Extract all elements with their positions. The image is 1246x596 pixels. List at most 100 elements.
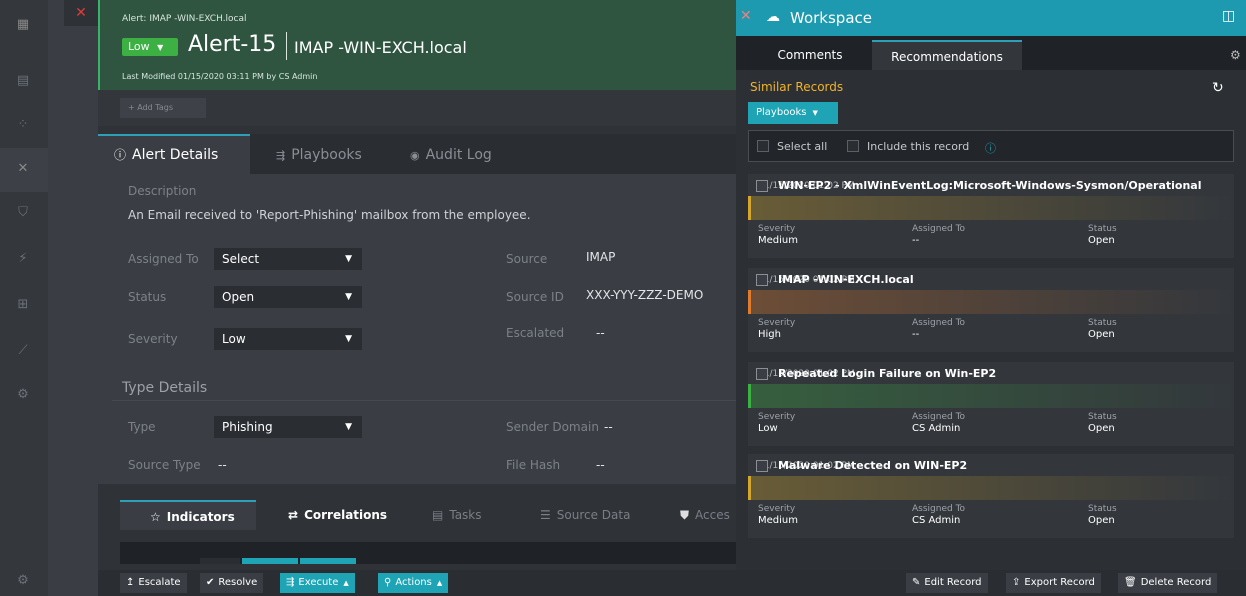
- tab-label: Indicators: [166, 510, 235, 524]
- escalate-button[interactable]: ↥ Escalate: [120, 573, 187, 593]
- status-meta-label: Status: [1088, 224, 1117, 234]
- tab-recommendations[interactable]: Recommendations: [872, 40, 1022, 70]
- execute-button[interactable]: ⇶ Execute ▲: [280, 573, 355, 593]
- tab-label: Playbooks: [291, 147, 362, 163]
- record-checkbox[interactable]: [756, 274, 768, 286]
- incidents-icon[interactable]: ✕: [14, 160, 32, 178]
- playbooks-icon: ⇶: [276, 149, 286, 162]
- tab-alert-details[interactable]: ⓘ Alert Details: [98, 134, 250, 174]
- automation-icon[interactable]: ⚡: [14, 250, 32, 268]
- include-record-label: Include this record: [867, 140, 970, 153]
- severity-badge[interactable]: Low ▼: [122, 38, 178, 56]
- type-select[interactable]: Phishing ▼: [214, 416, 362, 438]
- select-all-checkbox[interactable]: [757, 140, 769, 152]
- trash-icon: 🗑: [1124, 577, 1137, 588]
- playbooks-icon: ⇶: [286, 577, 295, 588]
- record-title-bar: [748, 290, 1234, 314]
- delete-record-button[interactable]: 🗑 Delete Record: [1118, 573, 1218, 593]
- alert-tabs: ⓘ Alert Details ⇶ Playbooks ◉ Audit Log: [98, 134, 736, 174]
- playbooks-dropdown[interactable]: Playbooks ▼: [748, 102, 838, 124]
- escalate-label: Escalate: [138, 577, 181, 588]
- arrows-icon: ⇄: [288, 508, 299, 522]
- delete-label: Delete Record: [1140, 577, 1212, 588]
- tab-playbooks[interactable]: ⇶ Playbooks: [260, 134, 380, 174]
- similar-records-heading: Similar Records: [750, 80, 844, 94]
- execute-label: Execute: [298, 577, 339, 588]
- resources-icon[interactable]: ⊞: [14, 296, 32, 314]
- assigned-meta-label: Assigned To: [912, 412, 966, 422]
- select-all-label: Select all: [777, 140, 828, 153]
- similar-record-card[interactable]: 01/15/2020 01:02 PM IMAP -WIN-EXCH.local S…: [748, 268, 1234, 352]
- star-icon: ☆: [150, 510, 161, 524]
- add-tags-button[interactable]: + Add Tags: [120, 98, 206, 118]
- tab-comments[interactable]: Comments: [750, 40, 870, 70]
- info-icon[interactable]: ⓘ: [985, 140, 996, 156]
- tab-audit-log[interactable]: ◉ Audit Log: [394, 134, 514, 174]
- close-icon[interactable]: ✕: [64, 0, 98, 26]
- record-status: Open: [1088, 235, 1115, 246]
- severity-select[interactable]: Low ▼: [214, 328, 362, 350]
- similar-record-card[interactable]: 01/15/2020 01:02 PM WIN-EP2 - XmlWinEvent…: [748, 174, 1234, 258]
- shield-nav-icon[interactable]: ⛉: [14, 204, 32, 222]
- tab-correlations[interactable]: ⇄ Correlations: [288, 500, 387, 530]
- actions-button[interactable]: ⚲ Actions ▲: [378, 573, 449, 593]
- record-title-bar: [748, 384, 1234, 408]
- settings-nav-icon[interactable]: ⚙: [14, 386, 32, 404]
- tab-tasks[interactable]: ▤ Tasks: [432, 500, 482, 530]
- close-icon[interactable]: ✕: [740, 8, 752, 24]
- app-sidebar: ▦ ▤ ⁘ ✕ ⛉ ⚡ ⊞ ⟋ ⚙ ⚙: [0, 0, 48, 596]
- similar-record-card[interactable]: 01/15/2020 01:02 PM Malware Detected on W…: [748, 454, 1234, 538]
- split-view-icon[interactable]: ◫: [1222, 8, 1235, 24]
- app-logo-icon[interactable]: ▦: [14, 16, 32, 34]
- resolve-label: Resolve: [218, 577, 258, 588]
- record-tabs: ☆ Indicators ⇄ Correlations ▤ Tasks ☰ Source…: [98, 488, 736, 538]
- action-bar: ↥ Escalate ✔ Resolve ⇶ Execute ▲ ⚲ Actions ▲ ✎…: [98, 570, 1246, 596]
- export-record-button[interactable]: ⇪ Export Record: [1006, 573, 1101, 593]
- arrow-up-icon: ↥: [126, 577, 135, 588]
- help-icon[interactable]: ⚙: [14, 572, 32, 590]
- workspace-header: ✕ ☁ Workspace ◫: [736, 0, 1246, 36]
- record-checkbox[interactable]: [756, 368, 768, 380]
- dashboard-icon[interactable]: ▤: [14, 72, 32, 90]
- refresh-icon[interactable]: ↻: [1212, 80, 1224, 96]
- record-title: IMAP -WIN-EXCH.local: [778, 273, 914, 286]
- description-text: An Email received to 'Report-Phishing' m…: [128, 208, 531, 222]
- record-checkbox[interactable]: [756, 460, 768, 472]
- include-record-checkbox[interactable]: [847, 140, 859, 152]
- alert-icon: ⓘ: [114, 148, 127, 162]
- reports-icon[interactable]: ⟋: [14, 342, 32, 360]
- sender-domain-value: --: [604, 420, 613, 434]
- indicators-panel: [120, 542, 736, 564]
- file-hash-label: File Hash: [506, 458, 561, 472]
- resolve-button[interactable]: ✔ Resolve: [200, 573, 264, 593]
- chevron-down-icon: ▼: [345, 334, 352, 344]
- status-select[interactable]: Open ▼: [214, 286, 362, 308]
- alert-breadcrumb: Alert: IMAP -WIN-EXCH.local: [122, 14, 247, 24]
- type-details-heading: Type Details: [122, 380, 208, 396]
- assigned-meta-label: Assigned To: [912, 224, 966, 234]
- tab-source-data[interactable]: ☰ Source Data: [540, 500, 630, 530]
- chevron-up-icon: ▲: [343, 579, 349, 587]
- assigned-to-label: Assigned To: [128, 252, 199, 266]
- edit-record-button[interactable]: ✎ Edit Record: [906, 573, 988, 593]
- record-checkbox[interactable]: [756, 180, 768, 192]
- panel-placeholder: [300, 558, 356, 564]
- similar-record-card[interactable]: 01/15/2020 01:02 PM Repeated Login Failur…: [748, 362, 1234, 446]
- background-panel: [48, 0, 98, 596]
- sender-domain-label: Sender Domain: [506, 420, 599, 434]
- export-icon: ⇪: [1012, 577, 1021, 588]
- tab-access[interactable]: ⛊ Acces: [680, 500, 730, 530]
- assigned-to-select[interactable]: Select ▼: [214, 248, 362, 270]
- edit-label: Edit Record: [924, 577, 982, 588]
- chevron-down-icon: ▼: [345, 292, 352, 302]
- chevron-up-icon: ▲: [436, 579, 443, 587]
- tab-indicators[interactable]: ☆ Indicators: [120, 500, 256, 530]
- assigned-meta-label: Assigned To: [912, 318, 966, 328]
- queue-icon[interactable]: ⁘: [14, 116, 32, 134]
- wrench-icon: ⚲: [384, 577, 392, 588]
- type-value: Phishing: [222, 420, 273, 434]
- panel-placeholder: [200, 558, 240, 564]
- gear-icon[interactable]: ⚙: [1230, 48, 1241, 62]
- export-label: Export Record: [1024, 577, 1095, 588]
- status-meta-label: Status: [1088, 504, 1117, 514]
